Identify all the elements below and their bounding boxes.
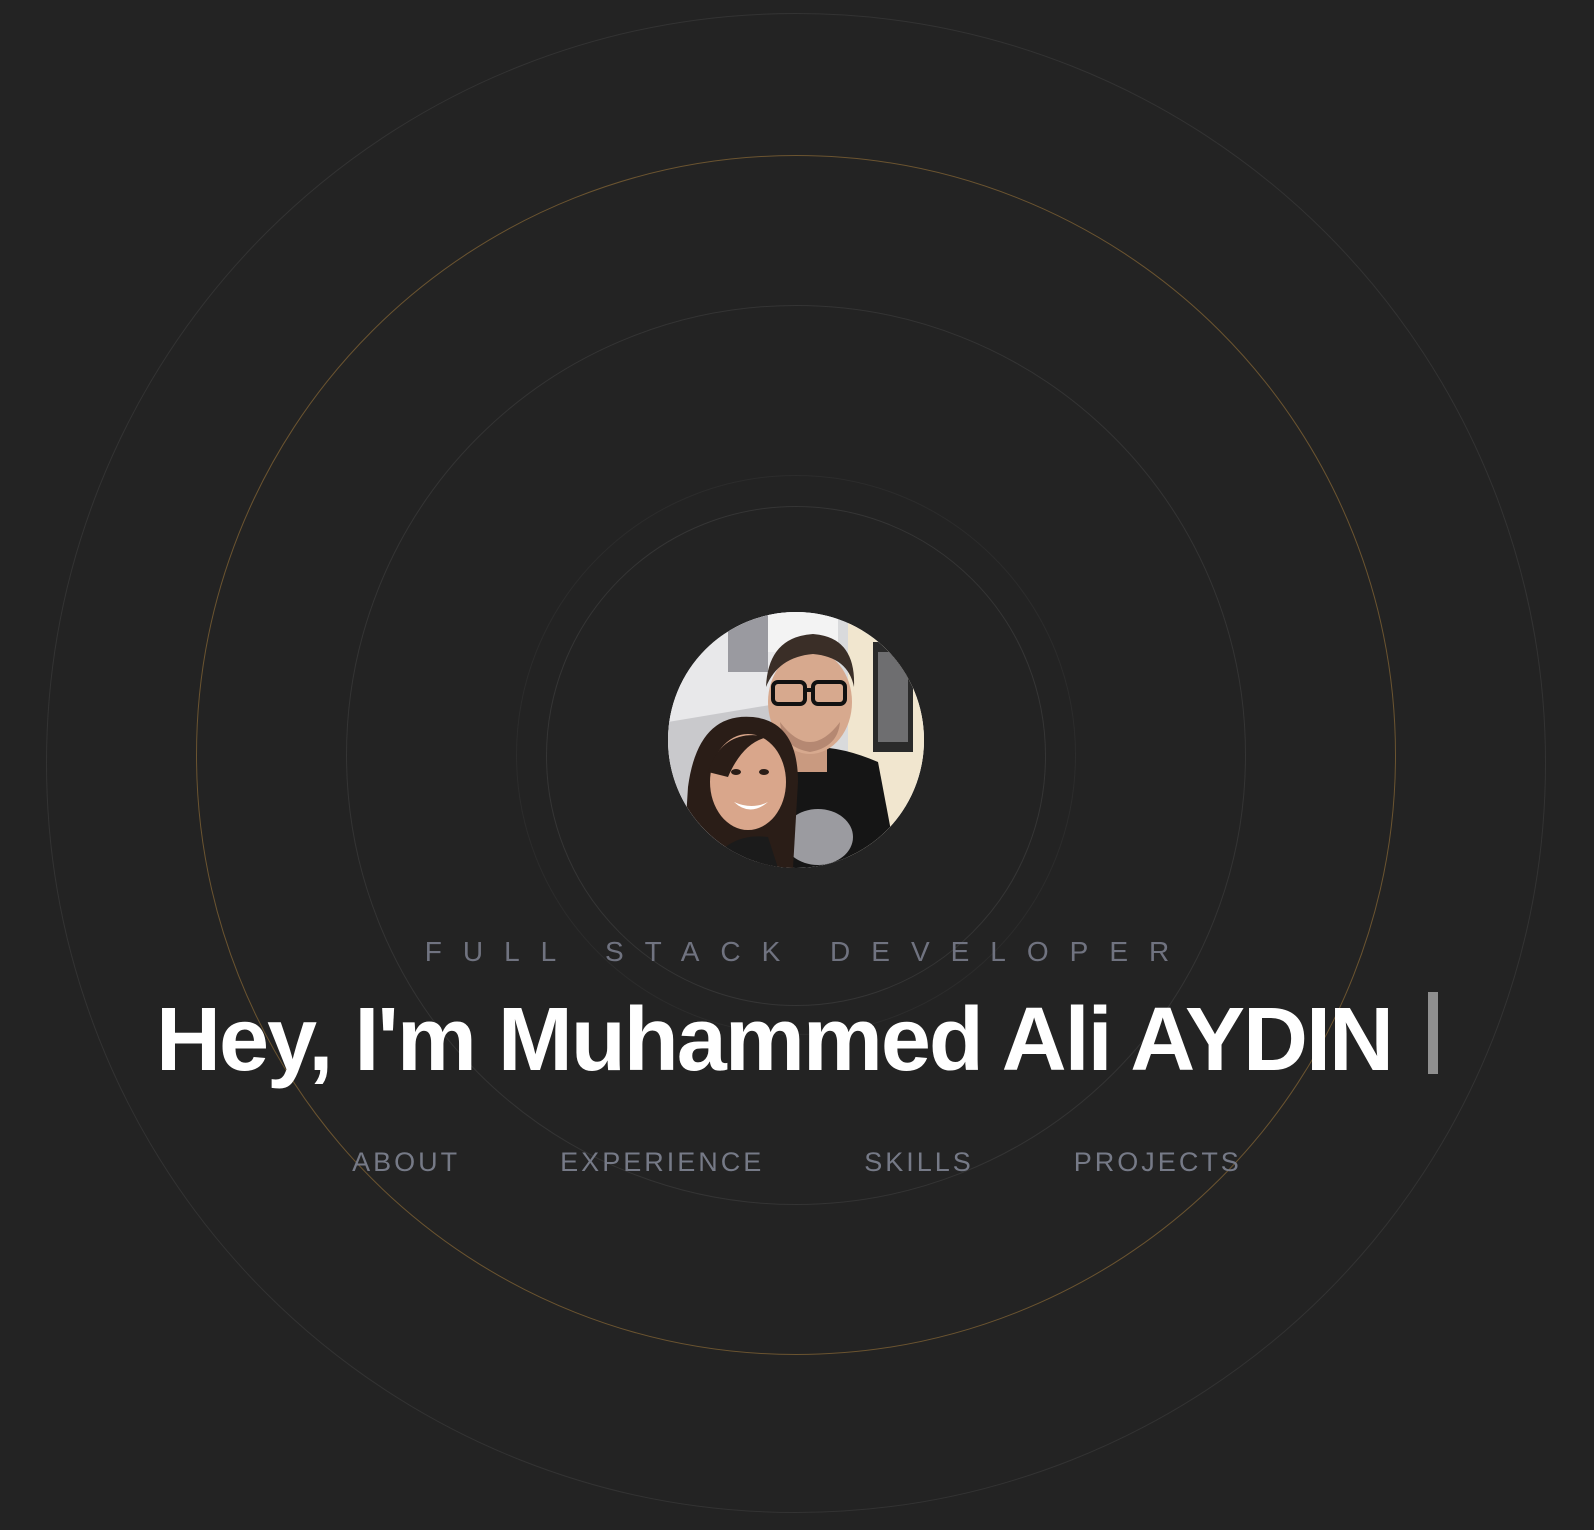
nav-link-projects[interactable]: PROJECTS [1074, 1144, 1242, 1180]
page-title: Hey, I'm Muhammed Ali AYDIN [0, 985, 1594, 1095]
nav-link-experience[interactable]: EXPERIENCE [560, 1144, 764, 1180]
avatar [668, 612, 924, 868]
headline-text: Hey, I'm Muhammed Ali AYDIN [155, 990, 1394, 1090]
hero-section: FULL STACK DEVELOPER Hey, I'm Muhammed A… [0, 0, 1594, 1530]
main-nav: ABOUT EXPERIENCE SKILLS PROJECTS [0, 1144, 1594, 1180]
role-subtitle: FULL STACK DEVELOPER [424, 936, 1191, 967]
avatar-photo [668, 612, 924, 868]
typing-cursor [1428, 992, 1438, 1074]
nav-link-skills[interactable]: SKILLS [864, 1144, 974, 1180]
nav-link-about[interactable]: ABOUT [352, 1144, 460, 1180]
